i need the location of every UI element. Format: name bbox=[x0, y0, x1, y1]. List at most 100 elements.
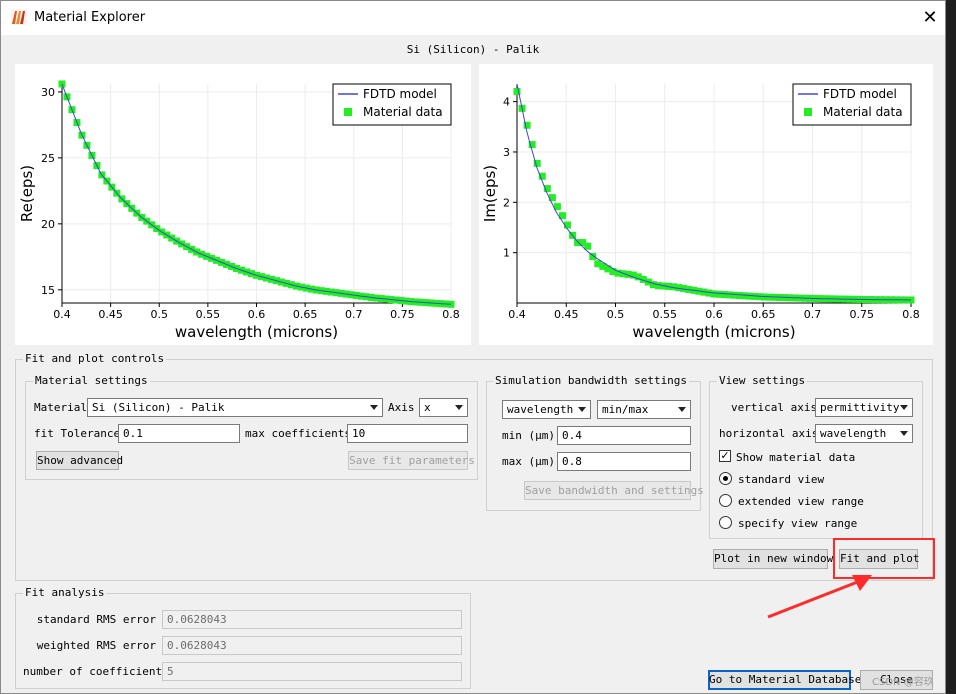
horizontal-axis-select[interactable]: wavelength bbox=[815, 424, 913, 443]
fit-tolerance-label: fit Tolerance bbox=[34, 427, 121, 440]
re-eps-chart-panel: 0.4 0.45 0.5 0.55 0.6 0.65 0.7 0.75 0.8 15 20 25 30 w… bbox=[15, 64, 471, 345]
x-tick-label: 0.6 bbox=[248, 308, 266, 321]
x-tick-label: 0.65 bbox=[293, 308, 318, 321]
y-tick-label: 1 bbox=[503, 247, 510, 260]
show-advanced-button[interactable]: Show advanced bbox=[36, 451, 123, 470]
axis-label: Axis bbox=[388, 401, 415, 414]
material-select-value: Si (Silicon) - Palik bbox=[92, 401, 225, 414]
x-tick-label: 0.75 bbox=[850, 308, 875, 321]
material-data-point bbox=[584, 242, 592, 250]
specify-view-label[interactable]: specify view range bbox=[738, 517, 857, 530]
legend-data-swatch bbox=[804, 108, 812, 116]
chevron-down-icon bbox=[455, 405, 463, 410]
chevron-down-icon bbox=[578, 407, 586, 412]
y-axis-label: Re(eps) bbox=[18, 165, 36, 222]
radio-selected-dot bbox=[723, 476, 728, 481]
vertical-axis-select[interactable]: permittivity bbox=[815, 398, 913, 417]
material-label: Material bbox=[34, 401, 87, 414]
horizontal-axis-value: wavelength bbox=[820, 427, 887, 440]
y-tick-label: 4 bbox=[503, 96, 510, 109]
max-coefficients-label: max coefficients bbox=[245, 427, 351, 440]
axis-select[interactable]: x bbox=[419, 398, 468, 417]
x-axis-label: wavelength (microns) bbox=[175, 323, 338, 341]
legend-data-label: Material data bbox=[823, 105, 903, 119]
watermark: CSDN @容玖 bbox=[872, 677, 934, 688]
standard-rms-label: standard RMS error bbox=[36, 613, 156, 626]
x-tick-label: 0.8 bbox=[442, 308, 460, 321]
standard-rms-field: 0.0628043 bbox=[162, 610, 462, 629]
x-tick-label: 0.45 bbox=[554, 308, 579, 321]
im-eps-chart: 0.4 0.45 0.5 0.55 0.6 0.65 0.7 0.75 0.8 1 2 3 4 wavel… bbox=[481, 83, 920, 341]
weighted-rms-field: 0.0628043 bbox=[162, 636, 462, 655]
horizontal-axis-label: horizontal axis bbox=[719, 427, 819, 440]
bandwidth-range-value: min/max bbox=[602, 403, 649, 416]
fit-plot-controls-label: Fit and plot controls bbox=[23, 352, 167, 365]
vertical-axis-value: permittivity bbox=[820, 401, 900, 414]
x-tick-label: 0.65 bbox=[751, 308, 776, 321]
y-tick-label: 3 bbox=[503, 146, 510, 159]
x-tick-label: 0.4 bbox=[53, 308, 71, 321]
y-tick-label: 2 bbox=[503, 196, 510, 209]
lumerical-app-icon bbox=[11, 9, 27, 25]
material-select[interactable]: Si (Silicon) - Palik bbox=[87, 398, 383, 417]
specify-view-radio[interactable] bbox=[719, 516, 732, 529]
number-of-coefficients-label: number of coefficients bbox=[23, 665, 169, 678]
x-tick-label: 0.4 bbox=[508, 308, 526, 321]
max-um-input[interactable]: 0.8 bbox=[557, 452, 691, 471]
x-tick-label: 0.75 bbox=[390, 308, 415, 321]
x-tick-label: 0.55 bbox=[653, 308, 678, 321]
view-settings-label: View settings bbox=[717, 374, 808, 387]
max-um-label: max (μm) bbox=[502, 455, 555, 468]
standard-view-radio[interactable] bbox=[719, 472, 732, 485]
chart-legend: FDTD model Material data bbox=[792, 83, 912, 126]
bandwidth-range-select[interactable]: min/max bbox=[597, 400, 691, 419]
chevron-down-icon bbox=[370, 405, 378, 410]
simulation-bandwidth-label: Simulation bandwidth settings bbox=[493, 374, 690, 387]
number-of-coefficients-field: 5 bbox=[162, 662, 462, 681]
x-tick-label: 0.6 bbox=[705, 308, 723, 321]
y-tick-label: 25 bbox=[41, 152, 55, 165]
material-settings-label: Material settings bbox=[33, 374, 150, 387]
close-window-icon[interactable]: ✕ bbox=[916, 6, 944, 30]
vertical-axis-label: vertical axis bbox=[731, 401, 818, 414]
save-bandwidth-settings-button[interactable]: Save bandwidth and settings bbox=[524, 481, 704, 500]
chart-legend: FDTD model Material data bbox=[332, 83, 452, 126]
chevron-down-icon bbox=[678, 407, 686, 412]
x-tick-label: 0.7 bbox=[345, 308, 363, 321]
chevron-down-icon bbox=[900, 431, 908, 436]
go-to-material-database-button[interactable]: Go to Material Database bbox=[708, 670, 861, 690]
legend-data-label: Material data bbox=[363, 105, 443, 119]
legend-data-swatch bbox=[344, 108, 352, 116]
x-tick-label: 0.5 bbox=[151, 308, 169, 321]
fit-analysis-label: Fit analysis bbox=[23, 586, 107, 599]
legend-model-label: FDTD model bbox=[823, 87, 897, 101]
x-tick-label: 0.8 bbox=[902, 308, 920, 321]
extended-view-radio[interactable] bbox=[719, 494, 732, 507]
min-um-label: min (μm) bbox=[502, 429, 555, 442]
fit-tolerance-input[interactable]: 0.1 bbox=[118, 424, 240, 443]
legend-model-label: FDTD model bbox=[363, 87, 437, 101]
min-um-input[interactable]: 0.4 bbox=[557, 426, 691, 445]
x-tick-label: 0.45 bbox=[98, 308, 123, 321]
im-eps-chart-panel: 0.4 0.45 0.5 0.55 0.6 0.65 0.7 0.75 0.8 1 2 3 4 wavel… bbox=[479, 64, 933, 345]
show-material-data-label[interactable]: Show material data bbox=[736, 451, 855, 464]
axis-select-value: x bbox=[424, 401, 431, 414]
bandwidth-unit-value: wavelength bbox=[507, 403, 574, 416]
max-coefficients-input[interactable]: 10 bbox=[347, 424, 468, 443]
show-material-data-checkbox[interactable]: ✓ bbox=[719, 450, 731, 462]
y-tick-label: 15 bbox=[41, 284, 55, 297]
x-tick-label: 0.5 bbox=[607, 308, 625, 321]
plot-title: Si (Silicon) - Palik bbox=[406, 43, 540, 56]
weighted-rms-label: weighted RMS error bbox=[36, 639, 156, 652]
x-tick-label: 0.7 bbox=[804, 308, 822, 321]
re-eps-chart: 0.4 0.45 0.5 0.55 0.6 0.65 0.7 0.75 0.8 15 20 25 30 w… bbox=[18, 80, 460, 341]
extended-view-label[interactable]: extended view range bbox=[738, 495, 864, 508]
y-tick-label: 20 bbox=[41, 218, 55, 231]
standard-view-label[interactable]: standard view bbox=[738, 473, 824, 486]
x-axis-label: wavelength (microns) bbox=[632, 323, 795, 341]
window-title: Material Explorer bbox=[34, 10, 146, 25]
save-fit-parameters-button[interactable]: Save fit parameters bbox=[348, 451, 475, 470]
annotation-arrow-icon bbox=[767, 575, 872, 619]
x-tick-label: 0.55 bbox=[196, 308, 221, 321]
bandwidth-unit-select[interactable]: wavelength bbox=[502, 400, 591, 419]
